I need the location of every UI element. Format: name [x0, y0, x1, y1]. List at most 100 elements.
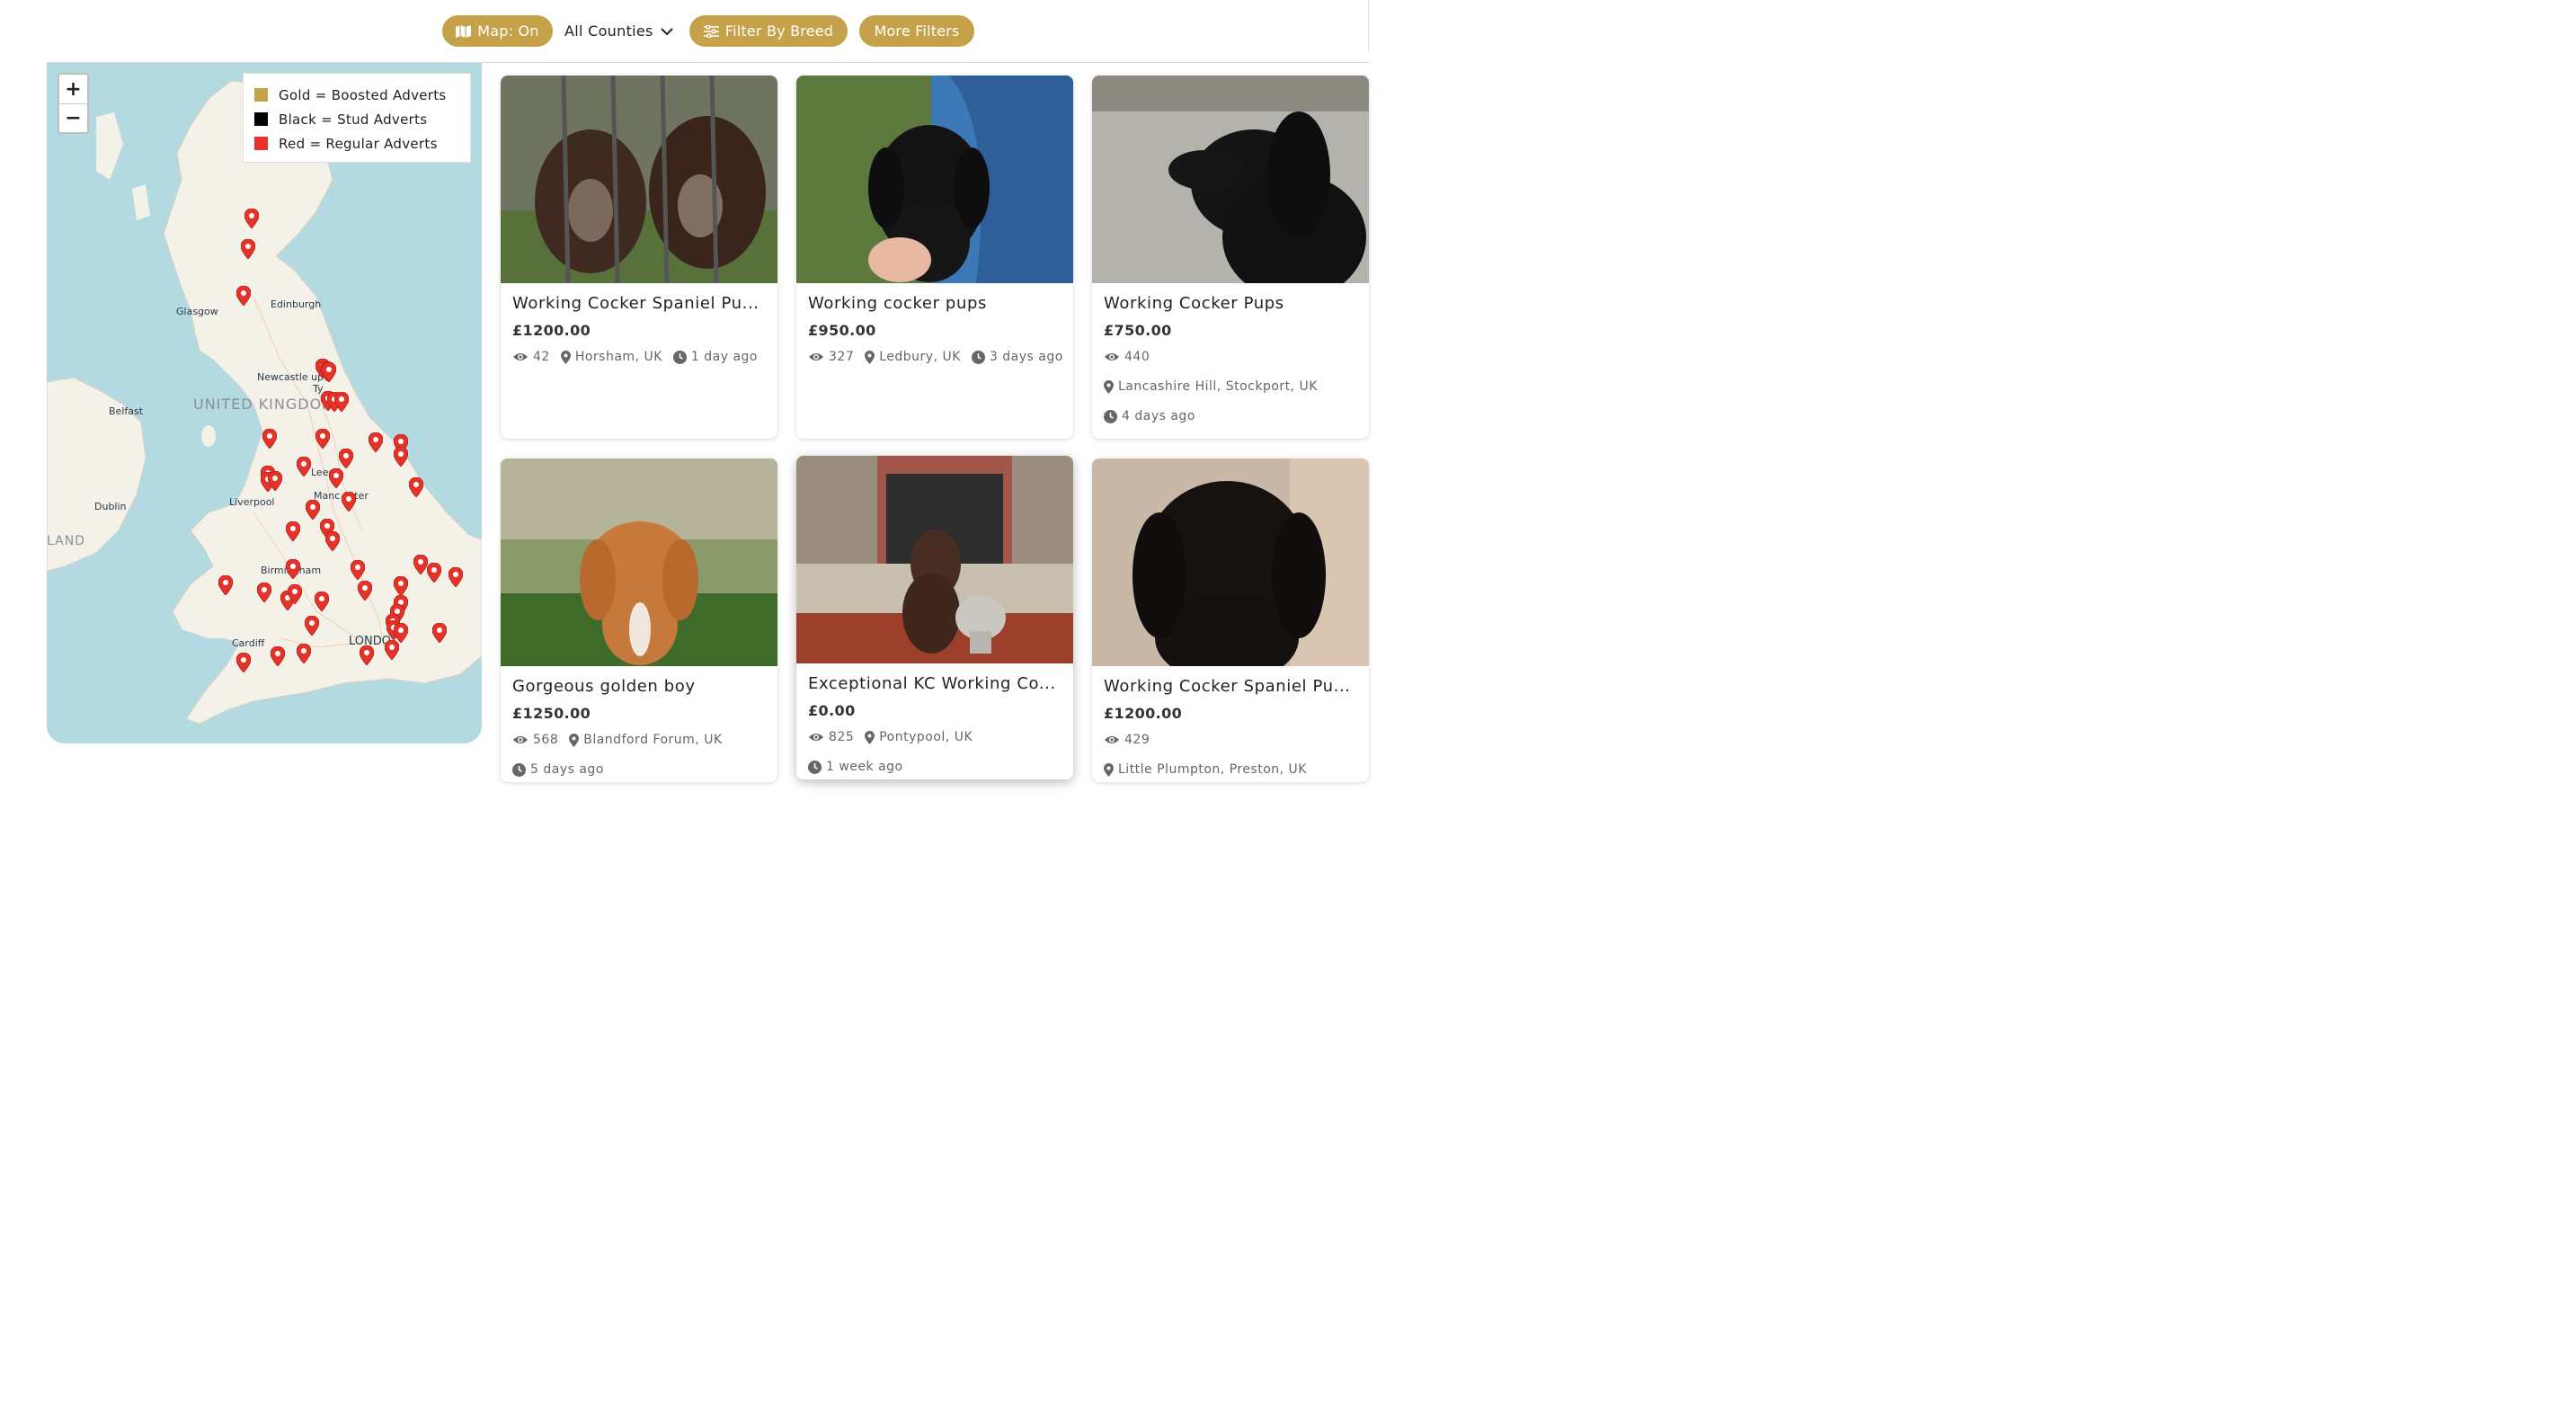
map-pin-icon[interactable]	[408, 476, 424, 498]
listing-photo[interactable]	[1092, 76, 1369, 283]
listing-meta: 825 Pontypool, UK	[808, 730, 973, 744]
listing-photo[interactable]	[796, 456, 1073, 663]
zoom-in-button[interactable]: +	[59, 75, 87, 103]
map-pin-icon[interactable]	[448, 566, 464, 588]
map-pin-icon[interactable]	[393, 575, 409, 597]
map-pin-icon[interactable]	[357, 580, 373, 601]
map-pin-icon[interactable]	[296, 643, 312, 664]
listing-price: £0.00	[808, 702, 856, 719]
listing-price: £750.00	[1104, 322, 1172, 339]
listing-card[interactable]: Gorgeous golden boy £1250.00 568 Blandfo…	[501, 458, 777, 782]
more-filters-button[interactable]: More Filters	[859, 15, 974, 47]
map-label-liverpool: Liverpool	[229, 496, 275, 508]
listing-title[interactable]: Working cocker pups	[808, 294, 1061, 313]
map-pin-icon[interactable]	[262, 428, 278, 449]
map-pin-icon[interactable]	[341, 491, 357, 512]
map-pin-icon[interactable]	[384, 639, 400, 661]
map-pin-icon[interactable]	[314, 591, 330, 612]
map-pin-icon[interactable]	[285, 521, 301, 542]
map-pin-icon[interactable]	[328, 467, 344, 489]
map-pin-icon[interactable]	[270, 645, 286, 667]
listing-time: 5 days ago	[530, 762, 604, 777]
listing-location: Lancashire Hill, Stockport, UK	[1118, 379, 1318, 394]
map-pin-icon[interactable]	[285, 558, 301, 580]
map-pin-icon[interactable]	[305, 499, 321, 521]
listing-location: Little Plumpton, Preston, UK	[1118, 762, 1307, 777]
listing-photo[interactable]	[501, 76, 777, 283]
map-pin-icon[interactable]	[244, 208, 260, 229]
listing-card[interactable]: Working Cocker Spaniel Pu... £1200.00 42…	[1092, 458, 1369, 782]
divider	[1368, 0, 1369, 52]
map-pin-icon[interactable]	[267, 470, 283, 492]
county-select[interactable]: All Counties	[564, 15, 673, 47]
listing-title[interactable]: Working Cocker Spaniel Pu...	[1104, 677, 1357, 696]
map-pin-icon[interactable]	[324, 530, 341, 552]
map-pin-icon[interactable]	[240, 238, 256, 260]
map-pin-icon[interactable]	[338, 448, 354, 469]
listing-meta: 1 week ago	[808, 760, 903, 774]
listing-card[interactable]: Working Cocker Pups £750.00 440 Lancashi…	[1092, 76, 1369, 439]
location-pin-icon	[560, 350, 571, 364]
location-pin-icon	[1104, 762, 1114, 777]
location-pin-icon	[865, 730, 875, 744]
map[interactable]: + − Gold = Boosted Adverts Black = Stud …	[47, 63, 482, 743]
map-pin-icon[interactable]	[321, 361, 337, 383]
map-pin-icon[interactable]	[235, 652, 252, 673]
map-label-edinburgh: Edinburgh	[271, 298, 322, 310]
legend-item: Red = Regular Adverts	[254, 131, 459, 156]
map-pin-icon[interactable]	[315, 428, 331, 449]
listing-price: £1200.00	[1104, 705, 1183, 722]
map-pin-icon[interactable]	[368, 432, 384, 453]
view-count: 327	[829, 350, 855, 364]
map-pin-icon[interactable]	[235, 285, 252, 307]
location-pin-icon	[865, 350, 875, 364]
listing-meta: Lancashire Hill, Stockport, UK	[1104, 379, 1318, 394]
clock-icon	[808, 760, 822, 774]
map-pin-icon[interactable]	[413, 554, 429, 575]
view-count: 429	[1124, 733, 1150, 747]
map-pin-icon[interactable]	[393, 446, 409, 467]
map-pin-icon[interactable]	[256, 582, 272, 603]
listing-card[interactable]: Working cocker pups £950.00 327 Ledbury,…	[796, 76, 1073, 439]
location-pin-icon	[1104, 379, 1114, 394]
listing-title[interactable]: Working Cocker Pups	[1104, 294, 1357, 313]
listing-card[interactable]: Working Cocker Spaniel Pu... £1200.00 42…	[501, 76, 777, 439]
map-toggle-label: Map: On	[477, 22, 539, 40]
listing-title[interactable]: Gorgeous golden boy	[512, 677, 766, 696]
filter-by-breed-button[interactable]: Filter By Breed	[689, 15, 848, 47]
map-pin-icon[interactable]	[304, 615, 320, 636]
eye-icon	[1104, 352, 1120, 362]
zoom-out-button[interactable]: −	[59, 103, 87, 132]
map-pin-icon[interactable]	[359, 645, 375, 666]
listing-meta: 4 days ago	[1104, 409, 1195, 423]
clock-icon	[672, 350, 687, 364]
listing-title[interactable]: Exceptional KC Working Co...	[808, 674, 1061, 693]
clock-icon	[971, 350, 985, 364]
listing-time: 4 days ago	[1122, 409, 1195, 423]
map-legend: Gold = Boosted Adverts Black = Stud Adve…	[243, 73, 471, 163]
listing-price: £1200.00	[512, 322, 591, 339]
view-count: 568	[533, 733, 559, 747]
listing-location: Pontypool, UK	[879, 730, 973, 744]
view-count: 825	[829, 730, 855, 744]
listing-meta: 327 Ledbury, UK 3 days ago	[808, 350, 1063, 364]
map-pin-icon[interactable]	[296, 456, 312, 477]
listing-card[interactable]: Exceptional KC Working Co... £0.00 825 P…	[796, 456, 1073, 779]
listing-photo[interactable]	[796, 76, 1073, 283]
map-pin-icon[interactable]	[431, 622, 448, 644]
red-swatch	[254, 137, 268, 150]
listing-photo[interactable]	[501, 458, 777, 666]
map-pin-icon[interactable]	[333, 391, 350, 413]
chevron-down-icon	[660, 22, 673, 40]
map-pin-icon[interactable]	[287, 583, 303, 605]
map-pin-icon[interactable]	[350, 559, 366, 581]
map-pin-icon[interactable]	[218, 574, 234, 596]
listing-photo[interactable]	[1092, 458, 1369, 666]
map-label-united-kingdom: UNITED KINGDOM	[193, 396, 335, 413]
map-icon	[456, 24, 472, 38]
map-pin-icon[interactable]	[426, 562, 442, 583]
listing-time: 1 day ago	[690, 350, 758, 364]
black-swatch	[254, 112, 268, 126]
listing-title[interactable]: Working Cocker Spaniel Pu...	[512, 294, 766, 313]
map-toggle-button[interactable]: Map: On	[442, 15, 553, 47]
